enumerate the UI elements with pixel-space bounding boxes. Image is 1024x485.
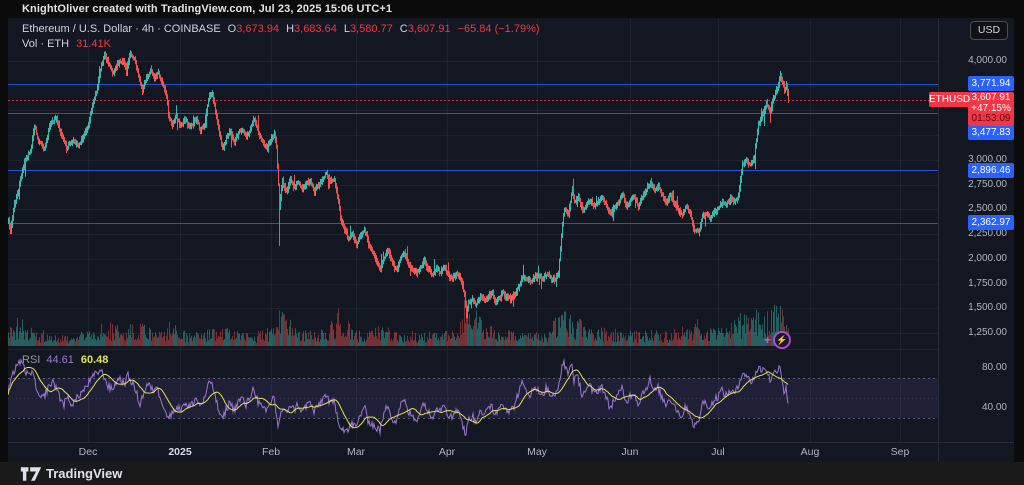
high-label: H [286,23,294,35]
rsi-axis-label: 40.00 [939,402,1007,414]
close-label: C [400,23,408,35]
close-value: 3,607.91 [408,23,451,35]
tradingview-brand-text[interactable]: TradingView [46,466,122,481]
rsi-ma-value: 60.48 [81,354,109,366]
attribution-text: KnightOliver created with TradingView.co… [22,3,392,15]
time-axis-label: Mar [336,446,376,458]
rsi-legend[interactable]: RSI 44.61 60.48 [22,354,108,366]
price-axis-label: 1,750.00 [939,278,1007,290]
time-axis[interactable]: Dec 2025 Feb Mar Apr May Jun Jul Aug Sep [8,442,1014,462]
time-axis-label: 2025 [160,446,200,458]
open-value: 3,673.94 [236,23,279,35]
volume-label[interactable]: Vol · ETH [22,38,69,50]
pane-separator[interactable] [8,349,938,350]
app-frame: KnightOliver created with TradingView.co… [0,0,1024,485]
rsi-label: RSI [22,354,40,366]
rsi-value: 44.61 [46,354,74,366]
symbol-tag-badge: ETHUSD [929,92,970,107]
price-level-badge: 3,771.94 [968,76,1014,91]
open-label: O [228,23,237,35]
currency-toggle-button[interactable]: USD [970,21,1008,40]
price-axis-label: 2,750.00 [939,179,1007,191]
price-axis-label: 2,500.00 [939,203,1007,215]
footer-bar: TradingView [0,462,1024,485]
price-axis-label: 4,000.00 [939,55,1007,67]
symbol-title[interactable]: Ethereum / U.S. Dollar · 4h · COINBASE [22,23,221,35]
high-value: 3,683.64 [294,23,337,35]
price-level-badge: 2,362.97 [968,215,1014,230]
quick-action-widget[interactable]: + ⚡ [764,331,791,349]
last-price-badge: 3,607.91+47.15%01:53:09 [968,92,1014,126]
time-axis-label: Dec [68,446,108,458]
time-axis-label: Aug [790,446,830,458]
plus-icon[interactable]: + [764,333,771,347]
time-axis-label: Jun [610,446,650,458]
rsi-axis-label: 80.00 [939,362,1007,374]
time-axis-label: May [517,446,557,458]
time-axis-label: Apr [427,446,467,458]
volume-value: 31.41K [76,38,111,50]
time-axis-corner [938,443,1014,462]
low-value: 3,580.77 [350,23,393,35]
time-axis-label: Sep [880,446,920,458]
price-axis-label: 1,500.00 [939,302,1007,314]
chart-widget[interactable]: Ethereum / U.S. Dollar · 4h · COINBASEO3… [8,18,1014,462]
change-value: −65.84 (−1.79%) [458,23,540,35]
price-level-badge: 2,896.46 [968,163,1014,178]
attribution-bar: KnightOliver created with TradingView.co… [0,0,1024,18]
symbol-legend: Ethereum / U.S. Dollar · 4h · COINBASEO3… [22,22,540,52]
tradingview-logo-icon[interactable] [20,466,42,482]
time-axis-label: Feb [251,446,291,458]
price-level-badge: 3,477.83 [968,125,1014,140]
time-axis-label: Jul [698,446,738,458]
lightning-icon[interactable]: ⚡ [773,331,791,349]
price-chart-canvas[interactable] [8,18,938,442]
price-axis[interactable]: 4,000.003,000.002,750.002,500.002,250.00… [938,18,1014,442]
price-axis-label: 1,250.00 [939,327,1007,339]
price-axis-label: 2,000.00 [939,253,1007,265]
